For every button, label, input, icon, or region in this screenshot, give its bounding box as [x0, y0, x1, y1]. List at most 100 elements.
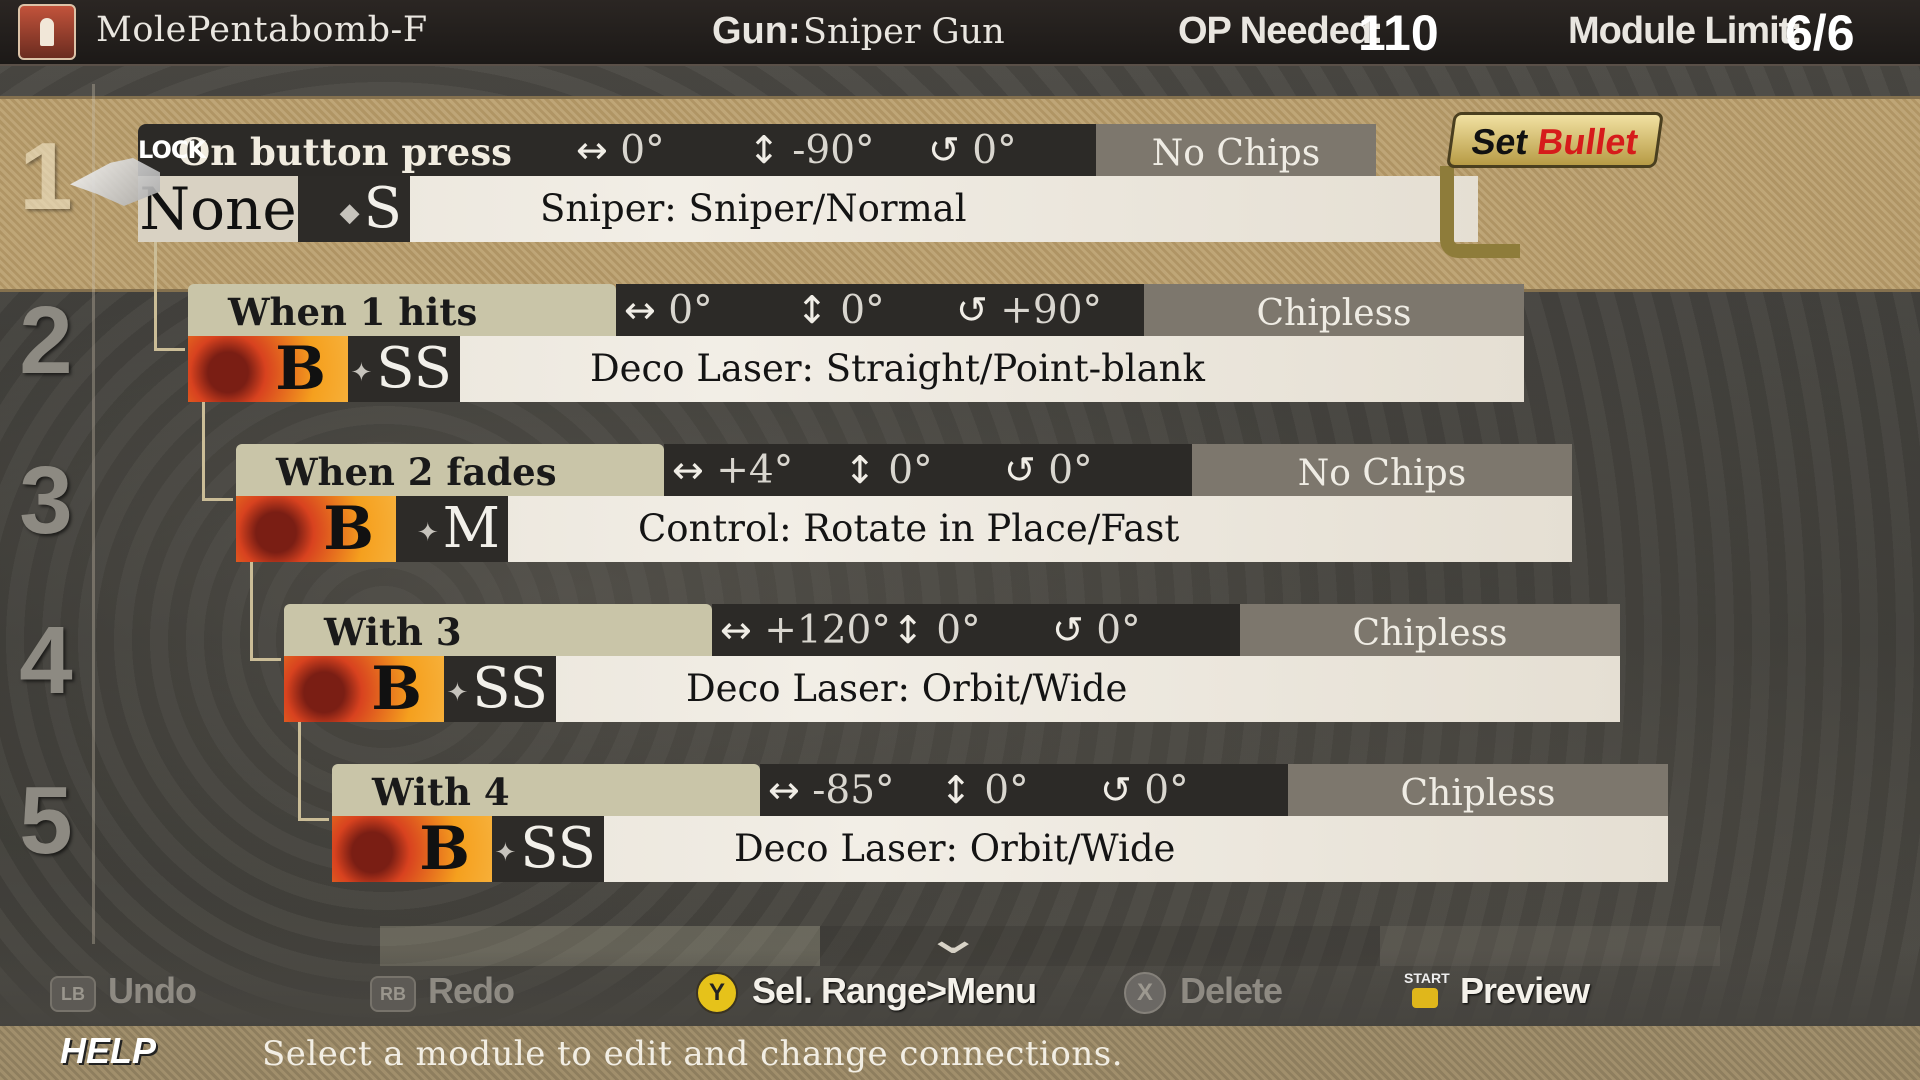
horizontal-angle: +120°	[764, 608, 891, 653]
rotation-angle: 0°	[1048, 448, 1093, 493]
module-size: ◆S	[298, 176, 410, 242]
diamond-icon: ◆	[339, 197, 360, 228]
module-size: ✦SS	[492, 816, 604, 882]
connector-2-3	[202, 402, 233, 501]
horizontal-angle: +4°	[716, 448, 794, 493]
redo-button[interactable]: Redo	[428, 970, 515, 1012]
angle-params: ↔ +4° ↕ 0° ↺ 0°	[664, 444, 1192, 496]
horizontal-angle: 0°	[620, 128, 665, 173]
row-number-1: 1	[19, 123, 73, 230]
y-button-icon: Y	[696, 972, 738, 1014]
vertical-arrow-icon: ↕	[796, 288, 828, 332]
x-button-icon: X	[1124, 972, 1166, 1014]
chips-label: Chipless	[1144, 284, 1524, 336]
lb-button-icon: LB	[50, 976, 96, 1012]
connector-3-4	[250, 562, 281, 661]
vertical-arrow-icon: ↕	[940, 768, 972, 812]
help-label: HELP	[60, 1030, 157, 1071]
module-name: Deco Laser: Orbit/Wide	[734, 827, 1176, 870]
rotation-angle: 0°	[972, 128, 1017, 173]
module-limit-value: 6/6	[1785, 5, 1855, 61]
rotate-icon: ↺	[1100, 768, 1132, 812]
op-needed-label: OP Needed:	[1178, 10, 1384, 52]
sparkle-icon: ✦	[350, 357, 373, 388]
module-type: B	[284, 656, 444, 722]
module-row-5[interactable]: With 4 ↔ -85° ↕ 0° ↺ 0° Chipless B ✦SS D…	[332, 764, 1672, 884]
rotation-angle: 0°	[1096, 608, 1141, 653]
horizontal-arrow-icon: ↔	[720, 608, 752, 652]
horizontal-arrow-icon: ↔	[624, 288, 656, 332]
module-limit-label: Module Limit:	[1568, 10, 1803, 52]
chips-label: No Chips	[1096, 124, 1376, 176]
module-row-4[interactable]: With 3 ↔ +120° ↕ 0° ↺ 0° Chipless B ✦SS …	[284, 604, 1624, 724]
preview-button[interactable]: Preview	[1460, 970, 1590, 1012]
module-type: None	[138, 175, 298, 243]
vertical-angle: -90°	[792, 128, 875, 173]
vertical-angle: 0°	[840, 288, 885, 333]
angle-params: ↔ -85° ↕ 0° ↺ 0°	[760, 764, 1288, 816]
module-type: B	[188, 336, 348, 402]
rb-button-icon: RB	[370, 976, 416, 1012]
module-row-3[interactable]: When 2 fades ↔ +4° ↕ 0° ↺ 0° No Chips B …	[236, 444, 1576, 564]
rotate-icon: ↺	[1052, 608, 1084, 652]
trigger-label: When 2 fades	[236, 444, 664, 500]
sparkle-icon: ✦	[494, 837, 517, 868]
vertical-arrow-icon: ↕	[844, 448, 876, 492]
set-bullet-connector	[1440, 166, 1520, 258]
module-row-1[interactable]: On button press ↔ 0° ↕ -90° ↺ 0° No Chip…	[138, 124, 1478, 244]
module-name: Deco Laser: Straight/Point-blank	[590, 347, 1205, 390]
lock-label: LOCK	[138, 136, 206, 164]
set-bullet-button[interactable]: Set Bullet	[1446, 112, 1664, 168]
angle-params: ↔ +120° ↕ 0° ↺ 0°	[712, 604, 1240, 656]
top-bar: MolePentabomb-F Gun: Sniper Gun OP Neede…	[0, 0, 1920, 66]
horizontal-arrow-icon: ↔	[672, 448, 704, 492]
bullet-icon	[18, 4, 76, 60]
horizontal-arrow-icon: ↔	[576, 128, 608, 172]
rotate-icon: ↺	[1004, 448, 1036, 492]
row-number-2: 2	[19, 287, 73, 394]
connector-1-2	[154, 242, 185, 351]
chips-label: Chipless	[1240, 604, 1620, 656]
tree-line	[92, 84, 95, 944]
delete-button[interactable]: Delete	[1180, 970, 1283, 1012]
vertical-arrow-icon: ↕	[748, 128, 780, 172]
module-size: ✦SS	[444, 656, 556, 722]
rotate-icon: ↺	[956, 288, 988, 332]
connector-4-5	[298, 722, 329, 821]
module-name: Sniper: Sniper/Normal	[540, 187, 967, 230]
op-needed-value: 110	[1358, 5, 1439, 61]
module-type: B	[332, 816, 492, 882]
angle-params: ↔ 0° ↕ 0° ↺ +90°	[616, 284, 1144, 336]
horizontal-angle: 0°	[668, 288, 713, 333]
horizontal-arrow-icon: ↔	[768, 768, 800, 812]
vertical-angle: 0°	[888, 448, 933, 493]
module-name: Control: Rotate in Place/Fast	[638, 507, 1180, 550]
select-range-menu-button[interactable]: Sel. Range>Menu	[752, 970, 1037, 1012]
trigger-label: When 1 hits ground	[188, 284, 616, 390]
module-type: B	[236, 496, 396, 562]
row-number-5: 5	[19, 767, 73, 874]
module-name: Deco Laser: Orbit/Wide	[686, 667, 1128, 710]
gun-value: Sniper Gun	[803, 12, 1005, 52]
trigger-label: With 3	[284, 604, 712, 660]
gun-label: Gun:	[712, 10, 801, 52]
row-number-4: 4	[19, 607, 73, 714]
sparkle-icon: ✦	[446, 677, 469, 708]
angle-params: ↔ 0° ↕ -90° ↺ 0°	[568, 124, 1096, 176]
module-row-2[interactable]: When 1 hits ground ↔ 0° ↕ 0° ↺ +90° Chip…	[188, 284, 1528, 404]
bullet-name: MolePentabomb-F	[96, 10, 428, 50]
help-text: Select a module to edit and change conne…	[262, 1034, 1124, 1074]
rotate-icon: ↺	[928, 128, 960, 172]
vertical-angle: 0°	[936, 608, 981, 653]
rotation-angle: +90°	[1000, 288, 1103, 333]
horizontal-angle: -85°	[812, 768, 895, 813]
undo-button[interactable]: Undo	[108, 970, 197, 1012]
rotation-angle: 0°	[1144, 768, 1189, 813]
trigger-label: With 4	[332, 764, 760, 820]
module-size: ✦SS	[348, 336, 460, 402]
chips-label: No Chips	[1192, 444, 1572, 496]
chips-label: Chipless	[1288, 764, 1668, 816]
sparkle-icon: ✦	[416, 517, 439, 548]
vertical-arrow-icon: ↕	[892, 608, 924, 652]
module-size: ✦M	[396, 496, 508, 562]
